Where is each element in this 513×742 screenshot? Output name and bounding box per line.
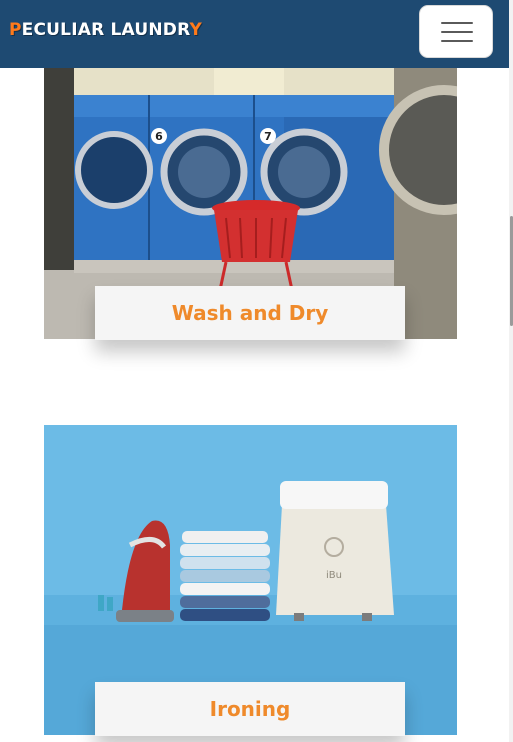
brand-text-middle: ECULIAR LAUNDR bbox=[21, 20, 190, 40]
svg-text:7: 7 bbox=[264, 130, 272, 143]
brand-logo[interactable]: PECULIAR LAUNDRY bbox=[9, 20, 202, 40]
page: 6 7 Wash and Dry iBu Ironing PECULIAR LA… bbox=[0, 0, 513, 742]
navbar: PECULIAR LAUNDRY bbox=[0, 0, 509, 68]
vertical-scrollbar[interactable] bbox=[509, 0, 513, 742]
svg-text:iBu: iBu bbox=[326, 570, 342, 581]
service-title-wash-and-dry[interactable]: Wash and Dry bbox=[95, 286, 405, 340]
brand-letter-first: P bbox=[9, 20, 22, 40]
menu-toggle-button[interactable] bbox=[419, 5, 493, 58]
service-card-ironing[interactable]: iBu Ironing bbox=[44, 425, 457, 736]
svg-text:6: 6 bbox=[155, 130, 163, 143]
brand-letter-last: Y bbox=[189, 20, 202, 40]
service-title-ironing[interactable]: Ironing bbox=[95, 682, 405, 736]
